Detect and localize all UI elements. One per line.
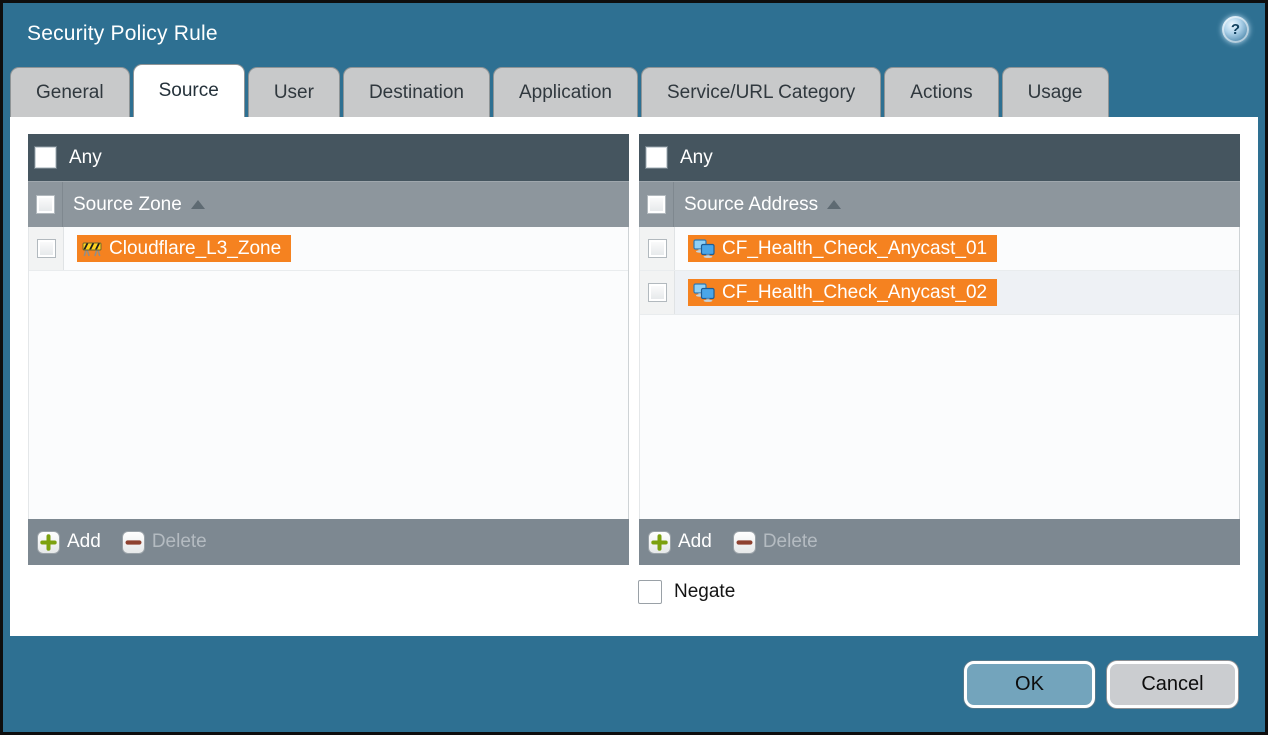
address-entry[interactable]: CF_Health_Check_Anycast_02 [688, 279, 997, 306]
delete-minus-icon [733, 531, 756, 554]
address-add-button[interactable]: Add [648, 531, 712, 554]
sort-ascending-icon [191, 200, 205, 209]
zone-select-all-checkbox[interactable] [36, 195, 55, 214]
security-policy-rule-dialog: Security Policy Rule ? General Source Us… [0, 0, 1268, 735]
address-entry[interactable]: CF_Health_Check_Anycast_01 [688, 235, 997, 262]
tab-application[interactable]: Application [493, 67, 638, 117]
table-row[interactable]: Cloudflare_L3_Zone [29, 227, 628, 271]
zone-delete-button[interactable]: Delete [122, 531, 207, 554]
row-checkbox-cell [29, 227, 64, 270]
address-select-all-cell [639, 182, 674, 227]
negate-checkbox[interactable] [638, 580, 662, 604]
address-column-header-row: Source Address [639, 181, 1240, 227]
zone-column-header-row: Source Zone [28, 181, 629, 227]
row-checkbox[interactable] [37, 239, 56, 258]
tab-destination[interactable]: Destination [343, 67, 490, 117]
address-any-label: Any [680, 147, 713, 169]
address-entry-label: CF_Health_Check_Anycast_01 [722, 238, 987, 260]
dialog-button-bar: OK Cancel [3, 636, 1265, 732]
tab-service-url-category[interactable]: Service/URL Category [641, 67, 881, 117]
tab-user[interactable]: User [248, 67, 340, 117]
tab-bar: General Source User Destination Applicat… [3, 64, 1265, 117]
zone-any-bar: Any [28, 134, 629, 181]
address-any-checkbox[interactable] [646, 147, 667, 168]
zone-select-all-cell [28, 182, 63, 227]
tab-source[interactable]: Source [133, 64, 245, 117]
add-plus-icon [37, 531, 60, 554]
zone-column-header[interactable]: Source Zone [73, 194, 182, 216]
source-tab-content: Any Source Zone [10, 117, 1258, 636]
delete-minus-icon [122, 531, 145, 554]
cancel-button[interactable]: Cancel [1107, 661, 1238, 708]
address-icon [693, 239, 715, 258]
zone-icon [82, 240, 102, 257]
zone-entry-label: Cloudflare_L3_Zone [109, 238, 281, 260]
zone-any-checkbox[interactable] [35, 147, 56, 168]
zone-any-label: Any [69, 147, 102, 169]
row-checkbox-cell [640, 271, 675, 314]
table-row[interactable]: CF_Health_Check_Anycast_02 [640, 271, 1239, 315]
tab-usage[interactable]: Usage [1002, 67, 1109, 117]
tab-actions[interactable]: Actions [884, 67, 998, 117]
address-table-body: CF_Health_Check_Anycast_01 [639, 227, 1240, 519]
address-entry-label: CF_Health_Check_Anycast_02 [722, 282, 987, 304]
source-address-panel: Any Source Address [639, 134, 1240, 565]
zone-panel-footer: Add Delete [28, 519, 629, 565]
zone-entry[interactable]: Cloudflare_L3_Zone [77, 235, 291, 262]
address-select-all-checkbox[interactable] [647, 195, 666, 214]
negate-label: Negate [674, 581, 735, 603]
dialog-titlebar: Security Policy Rule ? [3, 3, 1265, 64]
row-checkbox[interactable] [648, 239, 667, 258]
negate-row: Negate [638, 580, 1240, 604]
row-checkbox[interactable] [648, 283, 667, 302]
panels-container: Any Source Zone [28, 134, 1240, 565]
add-button-label: Add [67, 531, 101, 553]
address-delete-button[interactable]: Delete [733, 531, 818, 554]
delete-button-label: Delete [152, 531, 207, 553]
delete-button-label: Delete [763, 531, 818, 553]
zone-add-button[interactable]: Add [37, 531, 101, 554]
zone-table-body: Cloudflare_L3_Zone [28, 227, 629, 519]
help-icon[interactable]: ? [1222, 16, 1249, 43]
ok-button[interactable]: OK [964, 661, 1095, 708]
address-icon [693, 283, 715, 302]
address-panel-footer: Add Delete [639, 519, 1240, 565]
help-icon-glyph: ? [1231, 22, 1240, 37]
row-checkbox-cell [640, 227, 675, 270]
add-plus-icon [648, 531, 671, 554]
add-button-label: Add [678, 531, 712, 553]
source-zone-panel: Any Source Zone [28, 134, 629, 565]
address-any-bar: Any [639, 134, 1240, 181]
dialog-title: Security Policy Rule [27, 22, 218, 46]
table-row[interactable]: CF_Health_Check_Anycast_01 [640, 227, 1239, 271]
tab-general[interactable]: General [10, 67, 130, 117]
address-column-header[interactable]: Source Address [684, 194, 818, 216]
sort-ascending-icon [827, 200, 841, 209]
